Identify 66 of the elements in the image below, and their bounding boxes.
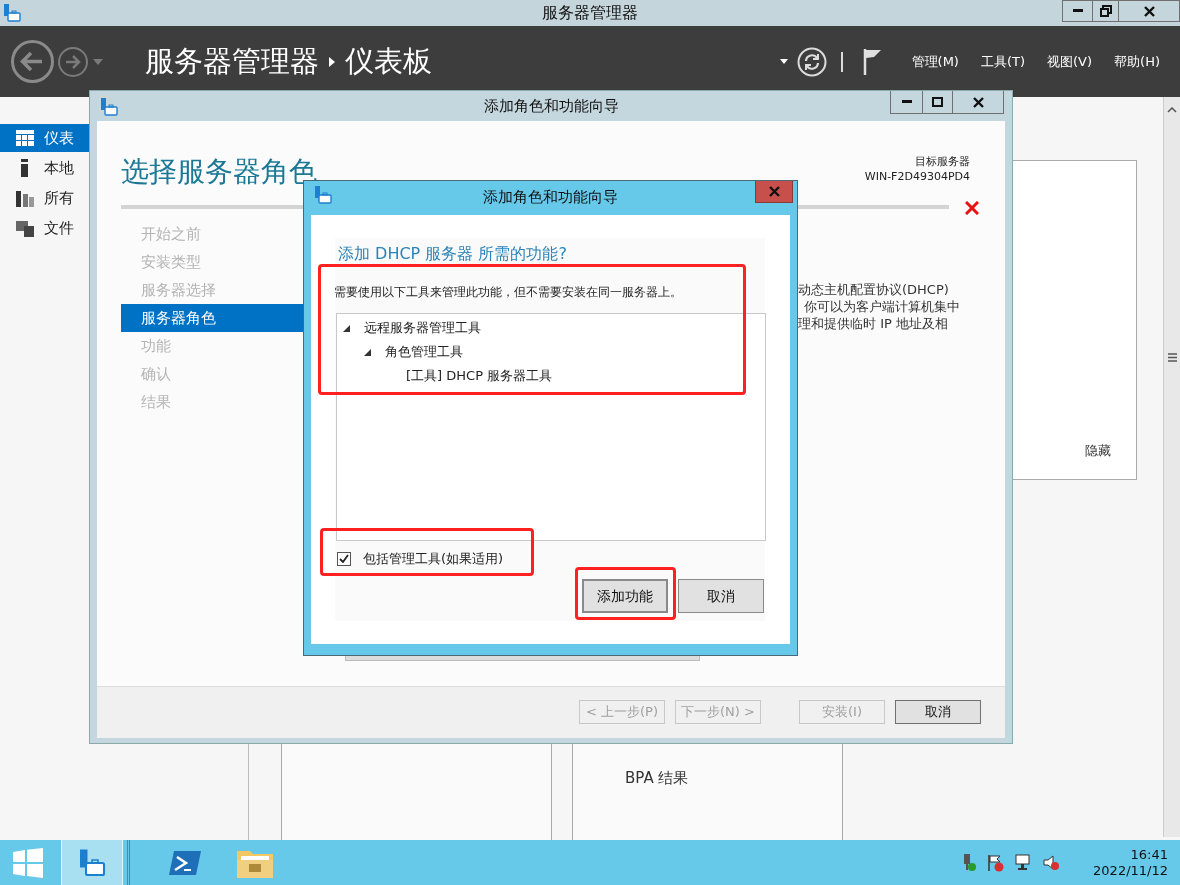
maximize-icon <box>932 97 943 107</box>
menu-item[interactable]: 帮助(H) <box>1114 51 1160 72</box>
refresh-icon[interactable] <box>796 46 827 77</box>
flag-icon[interactable] <box>862 47 883 76</box>
breadcrumb-item: 仪表板 <box>345 42 432 80</box>
minimize-icon <box>1072 9 1083 13</box>
restore-icon <box>1099 5 1112 17</box>
close-icon <box>768 186 780 197</box>
tree-item[interactable]: [工具] DHCP 服务器工具 <box>406 366 553 386</box>
flag-error-icon[interactable] <box>987 853 1005 872</box>
role-description: 动态主机配置协议(DHCP) <box>798 281 950 298</box>
back-icon[interactable] <box>10 39 55 84</box>
start-icon[interactable] <box>13 847 43 878</box>
server-manager-icon <box>99 97 119 117</box>
caret-icon[interactable] <box>779 59 788 64</box>
tree-item[interactable]: 角色管理工具 <box>385 342 463 362</box>
role-description: 你可以为客户端计算机集中 <box>803 298 960 315</box>
close-icon <box>972 96 984 108</box>
tile-text: BPA 结果 <box>625 769 689 787</box>
wizard-button[interactable]: 取消 <box>895 699 981 724</box>
server-manager-icon <box>313 185 333 205</box>
scroll-up-icon[interactable] <box>1167 107 1177 113</box>
breadcrumb-item: 服务器管理器 <box>145 42 319 80</box>
target-label: 目标服务器 <box>915 154 970 169</box>
sidebar-item[interactable]: 仪表 <box>0 124 89 152</box>
check-icon <box>339 554 349 564</box>
forward-icon[interactable] <box>57 45 89 78</box>
menu-item[interactable]: 工具(T) <box>980 51 1026 72</box>
powershell-icon <box>168 848 202 877</box>
expander-icon[interactable] <box>364 348 371 356</box>
taskbar-app[interactable] <box>61 840 123 885</box>
close-icon <box>1143 5 1155 17</box>
dialog-button[interactable]: 添加功能 <box>582 579 668 613</box>
server-manager-icon <box>2 3 22 23</box>
servers-icon <box>16 189 34 207</box>
clock-time[interactable]: 16:41 <box>1130 846 1168 863</box>
checkbox[interactable] <box>337 551 351 566</box>
checkbox-label[interactable]: 包括管理工具(如果适用) <box>363 549 504 569</box>
monitor-icon[interactable] <box>1015 854 1033 871</box>
scrollbar[interactable] <box>1163 97 1180 837</box>
file-services-icon <box>16 219 34 237</box>
error-icon <box>965 201 979 215</box>
wizard-step[interactable]: 服务器角色 <box>121 304 305 332</box>
tree-item[interactable]: 远程服务器管理工具 <box>364 318 481 338</box>
clock-date[interactable]: 2022/11/12 <box>1093 862 1168 879</box>
grip-icon[interactable] <box>1167 353 1177 362</box>
dialog-button[interactable]: 取消 <box>678 579 764 613</box>
dialog-info: 需要使用以下工具来管理此功能，但不需要安装在同一服务器上。 <box>334 284 682 301</box>
target-server: WIN-F2D49304PD4 <box>864 169 970 184</box>
sidebar-item[interactable]: 文件 <box>0 214 89 242</box>
minimize-icon <box>901 100 912 104</box>
window-title: 添加角色和功能向导 <box>483 96 619 115</box>
chevron-icon <box>329 56 335 67</box>
menu-item[interactable]: 管理(M) <box>911 51 959 72</box>
grid-icon <box>16 130 34 146</box>
sidebar-item[interactable]: 所有 <box>0 184 89 212</box>
sidebar-item[interactable]: 本地 <box>0 154 89 182</box>
role-description: 理和提供临时 IP 地址及相 <box>798 315 949 332</box>
dialog-title: 添加角色和功能向导 <box>483 187 618 206</box>
menu-item[interactable]: 视图(V) <box>1047 51 1093 72</box>
dialog-question: 添加 DHCP 服务器 所需的功能? <box>338 243 567 265</box>
server-manager-icon <box>77 847 107 878</box>
speaker-muted-icon[interactable] <box>1043 854 1061 871</box>
window-title: 服务器管理器 <box>542 3 638 22</box>
expander-icon[interactable] <box>343 324 350 332</box>
hide-link[interactable]: 隐藏 <box>1085 441 1111 461</box>
